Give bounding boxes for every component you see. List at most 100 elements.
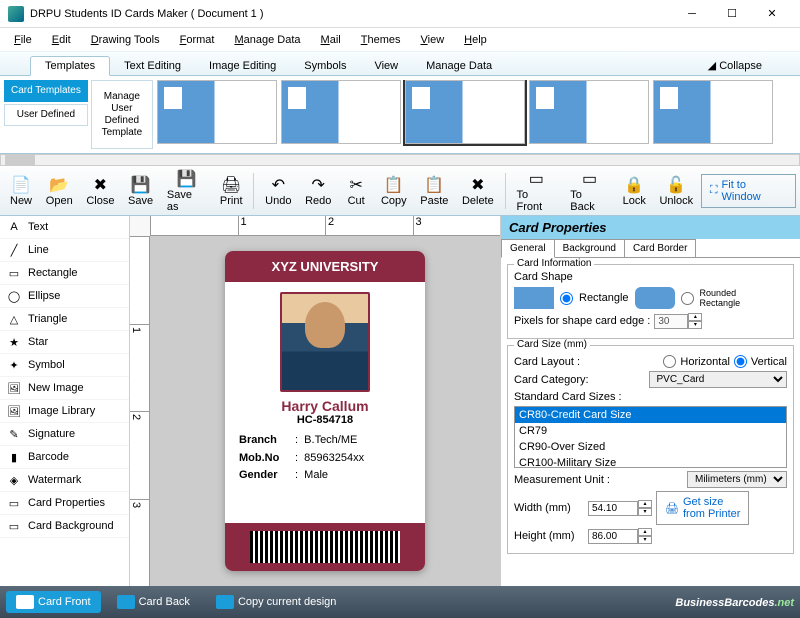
tool-barcode[interactable]: ▮Barcode xyxy=(0,446,129,469)
spinner-down[interactable]: ▾ xyxy=(688,321,702,329)
ribbon-tabs: TemplatesText EditingImage EditingSymbol… xyxy=(0,52,800,76)
menu-view[interactable]: View xyxy=(413,32,453,48)
main-toolbar: 📄New📂Open✖Close💾Save💾Save as🖨Print ↶Undo↷… xyxy=(0,166,800,216)
height-input[interactable] xyxy=(588,529,638,544)
width-spinner[interactable]: ▴▾ xyxy=(588,500,652,516)
tool-card-properties[interactable]: ▭Card Properties xyxy=(0,492,129,515)
card-photo xyxy=(280,292,370,392)
tool-ellipse[interactable]: ◯Ellipse xyxy=(0,285,129,308)
menu-drawing-tools[interactable]: Drawing Tools xyxy=(83,32,168,48)
props-tab-card-border[interactable]: Card Border xyxy=(624,239,696,257)
menu-help[interactable]: Help xyxy=(456,32,495,48)
props-tab-general[interactable]: General xyxy=(501,239,555,258)
copy-design-button[interactable]: Copy current design xyxy=(206,591,346,613)
card-barcode xyxy=(225,523,425,571)
toolbar-to-front[interactable]: ▭To Front xyxy=(510,167,562,215)
tool-image-library[interactable]: 🖼Image Library xyxy=(0,400,129,423)
properties-title: Card Properties xyxy=(501,216,800,239)
manage-template-button[interactable]: Manage User Defined Template xyxy=(91,80,153,149)
tool-signature[interactable]: ✎Signature xyxy=(0,423,129,446)
card-templates-button[interactable]: Card Templates xyxy=(4,80,88,102)
tool-line[interactable]: ╱Line xyxy=(0,239,129,262)
tool-triangle[interactable]: △Triangle xyxy=(0,308,129,331)
props-tab-background[interactable]: Background xyxy=(554,239,625,257)
ribbon-tab-templates[interactable]: Templates xyxy=(30,56,110,76)
menu-format[interactable]: Format xyxy=(172,32,223,48)
toolbar-print[interactable]: 🖨Print xyxy=(214,173,248,209)
template-thumbnail[interactable] xyxy=(157,80,277,144)
toolbar-paste[interactable]: 📋Paste xyxy=(414,173,454,209)
tool-text[interactable]: AText xyxy=(0,216,129,239)
shape-rounded-radio[interactable] xyxy=(681,292,694,305)
template-scrollbar[interactable] xyxy=(0,154,800,166)
get-size-from-printer-button[interactable]: 🖨 Get size from Printer xyxy=(656,491,749,525)
tool-card-background[interactable]: ▭Card Background xyxy=(0,515,129,538)
minimize-button[interactable]: ─ xyxy=(672,2,712,26)
titlebar: DRPU Students ID Cards Maker ( Document … xyxy=(0,0,800,28)
ruler-horizontal: 123 xyxy=(150,216,500,236)
toolbar-lock[interactable]: 🔒Lock xyxy=(617,173,652,209)
toolbar-unlock[interactable]: 🔓Unlock xyxy=(654,173,699,209)
toolbar-new[interactable]: 📄New xyxy=(4,173,38,209)
user-defined-button[interactable]: User Defined xyxy=(4,104,88,126)
toolbar-close[interactable]: ✖Close xyxy=(81,173,121,209)
ribbon-tab-view[interactable]: View xyxy=(360,57,412,75)
properties-tabs: GeneralBackgroundCard Border xyxy=(501,239,800,258)
toolbar-redo[interactable]: ↷Redo xyxy=(299,173,337,209)
shape-rectangle-radio[interactable] xyxy=(560,292,573,305)
close-button[interactable]: ✕ xyxy=(752,2,792,26)
size-option[interactable]: CR100-Military Size xyxy=(515,455,786,468)
toolbar-save-as[interactable]: 💾Save as xyxy=(161,167,212,215)
menu-mail[interactable]: Mail xyxy=(313,32,349,48)
size-option[interactable]: CR90-Over Sized xyxy=(515,439,786,455)
layout-vertical-radio[interactable] xyxy=(734,355,747,368)
toolbar-cut[interactable]: ✂Cut xyxy=(339,173,373,209)
height-spinner[interactable]: ▴▾ xyxy=(588,528,652,544)
ruler-vertical: 123 xyxy=(130,236,150,586)
tool-symbol[interactable]: ✦Symbol xyxy=(0,354,129,377)
tool-watermark[interactable]: ◈Watermark xyxy=(0,469,129,492)
layout-horizontal-radio[interactable] xyxy=(663,355,676,368)
tool-rectangle[interactable]: ▭Rectangle xyxy=(0,262,129,285)
collapse-button[interactable]: ◢ Collapse xyxy=(700,56,770,75)
ribbon-tab-text-editing[interactable]: Text Editing xyxy=(110,57,195,75)
template-thumbnail[interactable] xyxy=(281,80,401,144)
ribbon-tab-manage-data[interactable]: Manage Data xyxy=(412,57,506,75)
canvas[interactable]: XYZ UNIVERSITY Harry Callum HC-854718 Br… xyxy=(150,236,500,586)
bottom-bar: Card Front Card Back Copy current design… xyxy=(0,586,800,618)
standard-sizes-list[interactable]: CR80-Credit Card SizeCR79CR90-Over Sized… xyxy=(514,406,787,468)
tools-panel: AText╱Line▭Rectangle◯Ellipse△Triangle★St… xyxy=(0,216,130,586)
toolbar-save[interactable]: 💾Save xyxy=(122,173,159,209)
id-card[interactable]: XYZ UNIVERSITY Harry Callum HC-854718 Br… xyxy=(225,251,425,571)
menu-themes[interactable]: Themes xyxy=(353,32,409,48)
spinner-up[interactable]: ▴ xyxy=(688,313,702,321)
menu-manage-data[interactable]: Manage Data xyxy=(226,32,308,48)
card-category-select[interactable]: PVC_Card xyxy=(649,371,788,388)
fit-to-window-button[interactable]: ⛶ Fit to Window xyxy=(701,174,796,208)
edge-pixels-spinner[interactable]: ▴▾ xyxy=(654,313,702,329)
toolbar-delete[interactable]: ✖Delete xyxy=(456,173,499,209)
toolbar-to-back[interactable]: ▭To Back xyxy=(564,167,615,215)
ribbon-tab-image-editing[interactable]: Image Editing xyxy=(195,57,290,75)
template-thumbnail[interactable] xyxy=(405,80,525,144)
menubar: FileEditDrawing ToolsFormatManage Data Ma… xyxy=(0,28,800,52)
menu-file[interactable]: File xyxy=(6,32,40,48)
menu-edit[interactable]: Edit xyxy=(44,32,79,48)
template-thumbnail[interactable] xyxy=(653,80,773,144)
measurement-unit-select[interactable]: Milimeters (mm) xyxy=(687,471,787,488)
tool-new-image[interactable]: 🖼New Image xyxy=(0,377,129,400)
tool-star[interactable]: ★Star xyxy=(0,331,129,354)
card-back-button[interactable]: Card Back xyxy=(107,591,200,613)
size-option[interactable]: CR80-Credit Card Size xyxy=(515,407,786,423)
card-front-button[interactable]: Card Front xyxy=(6,591,101,613)
toolbar-copy[interactable]: 📋Copy xyxy=(375,173,412,209)
ribbon-tab-symbols[interactable]: Symbols xyxy=(290,57,360,75)
width-input[interactable] xyxy=(588,501,638,516)
size-option[interactable]: CR79 xyxy=(515,423,786,439)
toolbar-open[interactable]: 📂Open xyxy=(40,173,79,209)
template-thumbnail[interactable] xyxy=(529,80,649,144)
toolbar-undo[interactable]: ↶Undo xyxy=(259,173,297,209)
card-id: HC-854718 xyxy=(225,414,425,426)
maximize-button[interactable]: ☐ xyxy=(712,2,752,26)
shape-rect-preview xyxy=(514,287,554,309)
